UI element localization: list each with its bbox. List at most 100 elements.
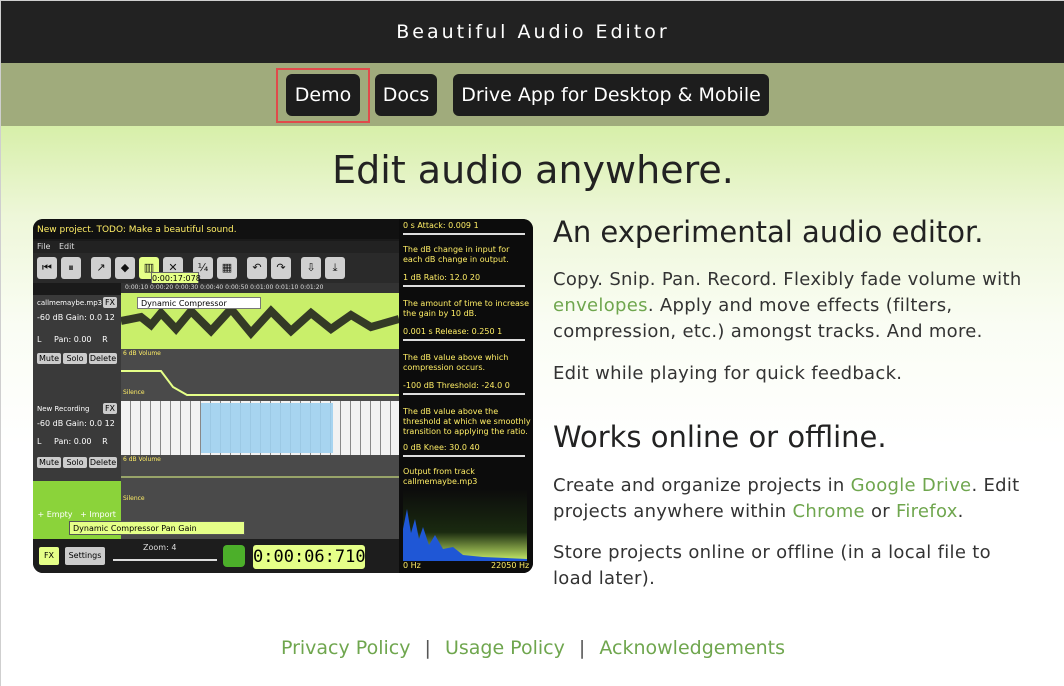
pause-icon: ⏸ [61,257,81,279]
gain-value: 0.0 [89,313,103,322]
envelopes-link[interactable]: envelopes [553,295,648,316]
zoom-label: Zoom: [143,543,169,552]
delete-button: Delete [89,353,117,364]
envelope-track-1: 6 dB Volume Silence [121,349,399,401]
attack-slider [403,233,525,235]
attack-help: The dB change in input for each dB chang… [403,245,510,264]
undo-icon: ↶ [247,257,267,279]
section2-text-b: . Edit [971,475,1020,496]
threshold-help: The dB value above the threshold at whic… [403,407,531,436]
gain-value: 0.0 [89,419,103,428]
attack-label: 0 s Attack: 0.009 1 [403,221,479,230]
pan-right: R [102,437,108,446]
section2-text-e: . [957,501,964,522]
compressor-panel: 0 s Attack: 0.009 1 The dB change in inp… [399,219,533,573]
pan-label: Pan: [54,437,72,446]
menu-bar: File Edit [33,241,399,253]
section2-text-a: Create and organize projects in [553,475,845,496]
app-title: Beautiful Audio Editor [1,1,1064,63]
footer-separator: | [424,637,431,659]
section1-paragraph-2: Edit while playing for quick feedback. [553,363,903,384]
gain-label: -60 dB Gain: [37,313,87,322]
ratio-slider [403,285,525,287]
track-fx-bar: Dynamic Compressor Pan Gain [69,521,245,535]
fx-chip-compressor: Dynamic Compressor [137,297,261,309]
footer: Privacy Policy | Usage Policy | Acknowle… [1,637,1064,659]
knee-label: 0 dB Knee: 30.0 40 [403,443,480,452]
pan-left: L [37,437,42,446]
ratio-help: The amount of time to increase the gain … [403,299,529,318]
menu-edit: Edit [58,242,75,251]
release-help: The dB value above which compression occ… [403,353,509,372]
firefox-link[interactable]: Firefox [896,501,958,522]
pan-label: Pan: [54,335,72,344]
settings-button: Settings [65,547,105,565]
section2-text-c: projects anywhere within [553,501,787,522]
usage-policy-link[interactable]: Usage Policy [445,637,565,659]
editor-screenshot: New project. TODO: Make a beautiful soun… [33,219,533,573]
section1-paragraph-1: Copy. Snip. Pan. Record. Flexibly fade v… [553,267,1053,345]
nav-docs-button[interactable]: Docs [375,74,437,116]
pan-value: 0.00 [73,437,92,446]
hero-title: Edit audio anywhere. [332,148,734,192]
menu-file: File [37,242,51,251]
section2-text-f: Store projects online or offline (in a l… [553,542,991,563]
record-icon [223,545,245,567]
section2-paragraph-2: Store projects online or offline (in a l… [553,540,1053,592]
timeline-ruler: 0:00:10 0:00:20 0:00:30 0:00:40 0:00:50 … [121,283,399,293]
pan-left: L [37,335,42,344]
delete-button: Delete [89,457,117,468]
acknowledgements-link[interactable]: Acknowledgements [599,637,785,659]
google-drive-link[interactable]: Google Drive [851,475,972,496]
release-slider [403,339,525,341]
section1-text-b: . Apply and move effects (filters, [647,295,953,316]
threshold-label: -100 dB Threshold: -24.0 0 [403,381,510,390]
section2-text-g: load later). [553,568,656,589]
zoom-slider [113,559,217,561]
nav-bar: Demo Docs Drive App for Desktop & Mobile [1,63,1064,126]
privacy-policy-link[interactable]: Privacy Policy [281,637,410,659]
release-label: 0.001 s Release: 0.250 1 [403,327,503,336]
spectrum-display [403,489,527,561]
section1-text-a: Copy. Snip. Pan. Record. Flexibly fade v… [553,269,1022,290]
hz-min-label: 0 Hz [403,561,421,570]
mute-button: Mute [37,457,61,468]
fx-toggle-button: FX [39,547,59,565]
nav-drive-app-button[interactable]: Drive App for Desktop & Mobile [453,74,769,116]
pan-right: R [102,335,108,344]
track-panel-2: New Recording FX -60 dB Gain: 0.0 12 L P… [33,401,121,539]
redo-icon: ↷ [271,257,291,279]
time-display: 0:00:06:710 [253,545,366,569]
section2-paragraph-1: Create and organize projects in Google D… [553,473,1053,525]
selection-highlight [276,68,370,123]
hz-max-label: 22050 Hz [491,561,530,570]
output-label: Output from track callmemaybe.mp3 [403,467,478,486]
track-panel-1: callmemaybe.mp3 FX -60 dB Gain: 0.0 12 L… [33,295,121,401]
select-icon: ↗ [91,257,111,279]
zoom-value: 4 [171,543,177,552]
download-icon: ⤓ [325,257,345,279]
wav-download-icon: ⇩ [301,257,321,279]
recorded-clip [201,403,333,453]
track-name: callmemaybe.mp3 [37,299,103,307]
add-empty-button: + Empty [35,509,75,520]
project-title: New project. TODO: Make a beautiful soun… [33,219,399,239]
mute-button: Mute [37,353,61,364]
footer-separator: | [578,637,586,659]
track-name: New Recording [37,405,90,413]
eraser-icon: ◆ [115,257,135,279]
section1-text-c: compression, etc.) amongst tracks. And m… [553,321,983,342]
rewind-icon: ⏮ [37,257,57,279]
solo-button: Solo [63,353,87,364]
solo-button: Solo [63,457,87,468]
knee-slider [403,455,525,457]
gain-label: -60 dB Gain: [37,419,87,428]
pan-value: 0.00 [73,335,92,344]
gain-max: 12 [104,419,115,428]
section-title-editor: An experimental audio editor. [553,215,984,249]
threshold-slider [403,393,525,395]
toolbar: ⏮ ⏸ ↗ ◆ ▥ ✕ ¼ ▦ ↶ ↷ ⇩ ⤓ [33,253,399,283]
waveform-track-2 [121,401,399,455]
chrome-link[interactable]: Chrome [793,501,865,522]
gain-max: 12 [104,313,115,322]
